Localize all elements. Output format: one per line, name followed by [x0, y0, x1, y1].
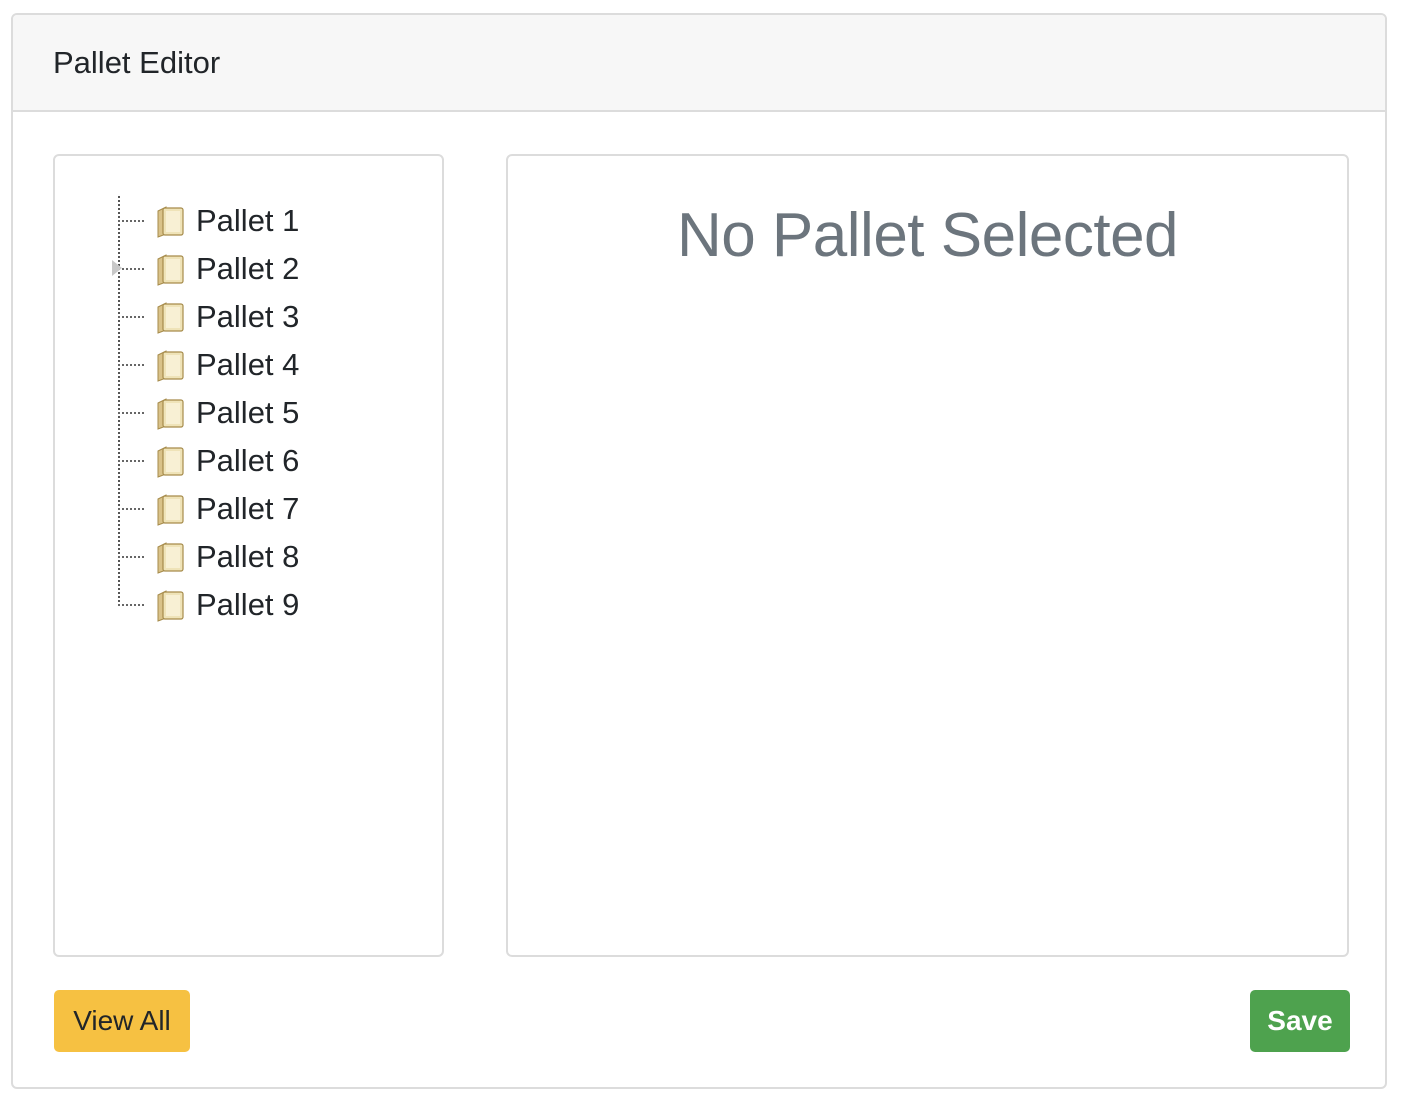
folder-icon	[154, 396, 186, 430]
pallet-tree-panel: Pallet 1 Pallet 2 Pallet 3 Pallet 4 Pall…	[53, 154, 444, 957]
tree-branch-line	[118, 412, 144, 414]
page-title: Pallet Editor	[53, 44, 221, 80]
tree-item-label: Pallet 9	[196, 587, 300, 622]
tree-item-pallet-2[interactable]: Pallet 2	[112, 249, 300, 289]
save-button[interactable]: Save	[1250, 990, 1350, 1052]
tree-item-pallet-1[interactable]: Pallet 1	[118, 201, 299, 241]
tree-item-pallet-7[interactable]: Pallet 7	[118, 489, 299, 529]
pallet-detail-panel: No Pallet Selected	[506, 154, 1349, 957]
tree-item-label: Pallet 4	[196, 347, 300, 382]
tree-item-pallet-6[interactable]: Pallet 6	[118, 441, 299, 481]
card-header: Pallet Editor	[13, 15, 1385, 112]
tree-item-pallet-5[interactable]: Pallet 5	[118, 393, 299, 433]
tree-item-pallet-3[interactable]: Pallet 3	[118, 297, 299, 337]
tree-item-label: Pallet 3	[196, 299, 300, 334]
folder-icon	[154, 348, 186, 382]
tree-item-label: Pallet 5	[196, 395, 300, 430]
folder-icon	[154, 204, 186, 238]
folder-icon	[154, 300, 186, 334]
tree-branch-line	[118, 220, 144, 222]
tree-item-label: Pallet 2	[196, 251, 300, 286]
folder-icon	[154, 540, 186, 574]
folder-icon	[154, 492, 186, 526]
expand-arrow-icon[interactable]	[112, 260, 122, 276]
tree-branch-line	[118, 556, 144, 558]
tree-item-pallet-8[interactable]: Pallet 8	[118, 537, 299, 577]
tree-item-pallet-4[interactable]: Pallet 4	[118, 345, 299, 385]
tree-item-label: Pallet 6	[196, 443, 300, 478]
tree-item-label: Pallet 7	[196, 491, 300, 526]
folder-icon	[154, 588, 186, 622]
view-all-button[interactable]: View All	[54, 990, 190, 1052]
tree-item-label: Pallet 8	[196, 539, 300, 574]
tree-item-pallet-9[interactable]: Pallet 9	[118, 585, 299, 625]
folder-icon	[154, 444, 186, 478]
empty-state-message: No Pallet Selected	[676, 201, 1179, 270]
tree-branch-line	[118, 460, 144, 462]
tree-branch-line	[118, 508, 144, 510]
tree-item-label: Pallet 1	[196, 203, 300, 238]
tree-branch-line	[118, 316, 144, 318]
tree-branch-line	[118, 364, 144, 366]
folder-icon	[154, 252, 186, 286]
pallet-editor-card: Pallet Editor Pallet 1 Pallet 2 Pallet 3	[11, 13, 1387, 1089]
tree-branch-line	[118, 604, 144, 606]
